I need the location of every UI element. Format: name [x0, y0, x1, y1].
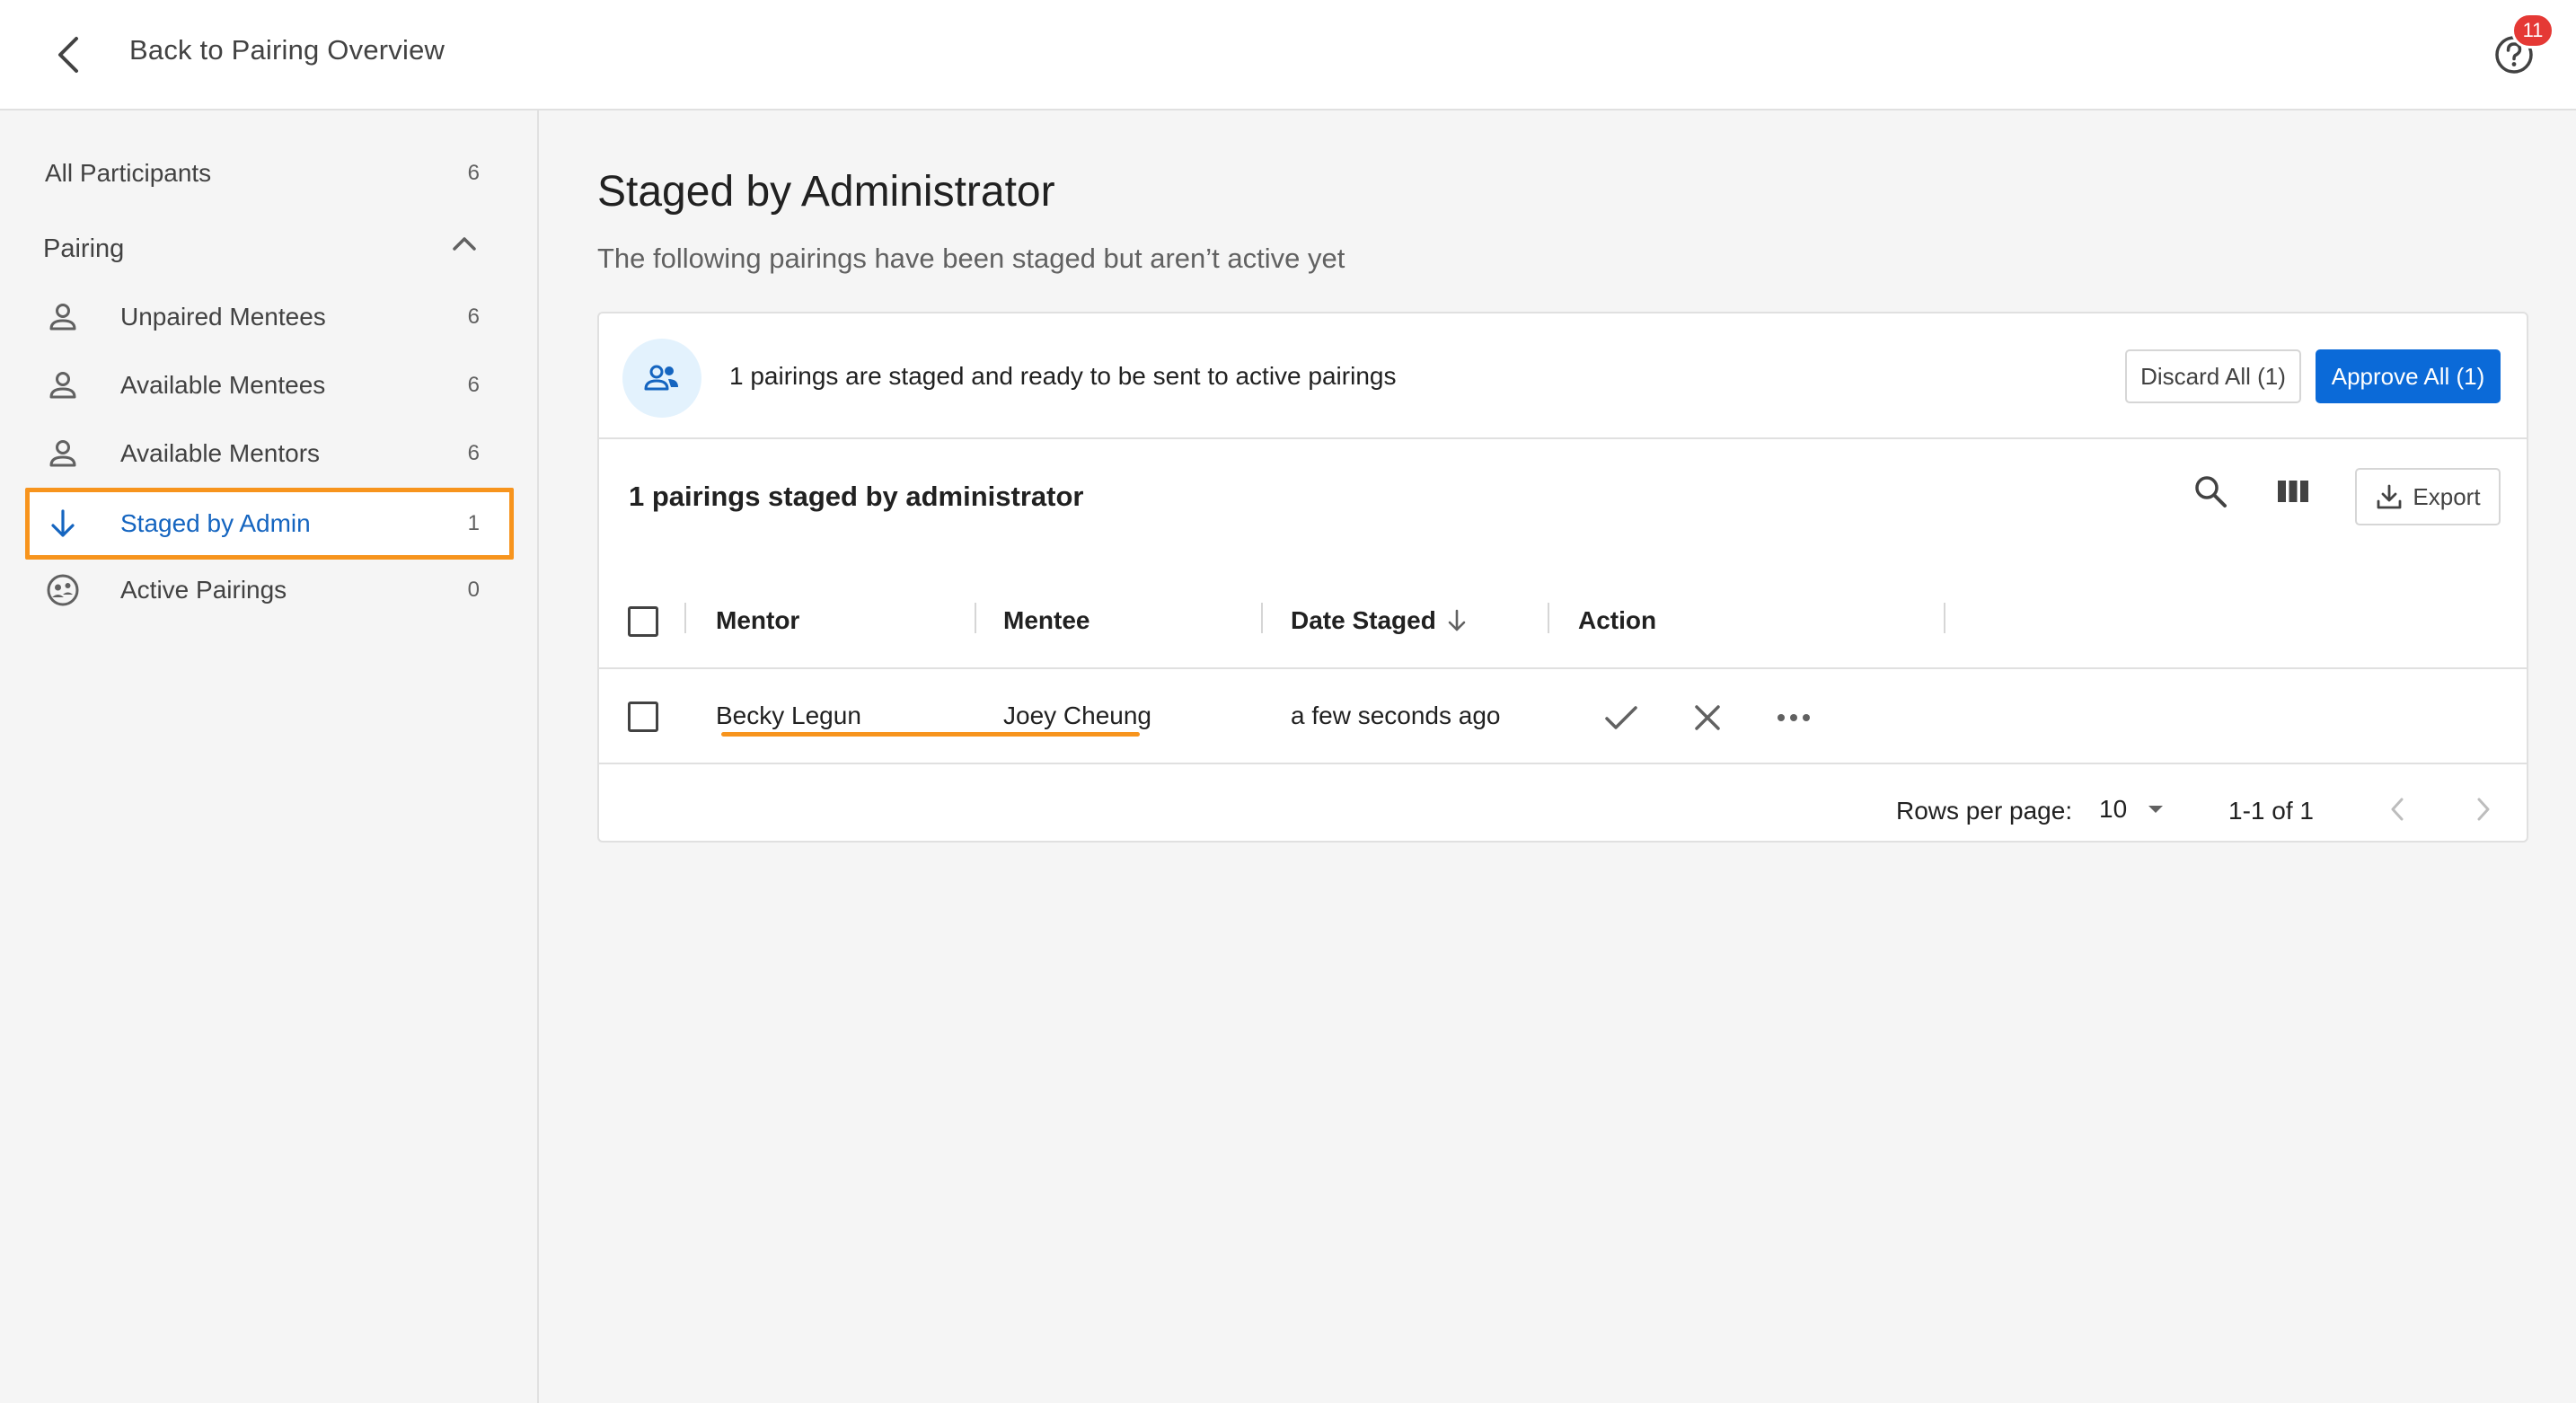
sidebar-item-label: All Participants: [45, 159, 212, 187]
search-icon[interactable]: [2185, 466, 2236, 516]
sidebar-item-count: 6: [467, 161, 480, 185]
back-arrow-icon[interactable]: [50, 31, 86, 79]
approve-check-icon[interactable]: [1598, 694, 1645, 741]
person-icon: [43, 297, 83, 337]
previous-page-icon[interactable]: [2376, 788, 2419, 831]
sidebar-item-count: 6: [467, 304, 480, 329]
rows-per-page-select[interactable]: 10: [2099, 791, 2171, 827]
sort-arrow-down-icon: [1448, 609, 1466, 631]
export-label: Export: [2413, 482, 2481, 510]
column-divider: [975, 603, 976, 633]
table-pagination: Rows per page: 10 1-1 of 1: [599, 764, 2527, 843]
approve-all-button[interactable]: Approve All (1): [2316, 349, 2501, 403]
table-title: 1 pairings staged by administrator: [629, 481, 1084, 512]
sidebar-item-all-participants[interactable]: All Participants 6: [25, 141, 514, 206]
sidebar-item-staged-by-admin[interactable]: Staged by Admin 1: [25, 488, 514, 560]
column-divider: [1548, 603, 1549, 633]
sidebar-item-count: 6: [467, 373, 480, 397]
people-icon: [622, 339, 701, 418]
column-header-date-staged[interactable]: Date Staged: [1291, 606, 1469, 635]
sidebar-section-label: Pairing: [43, 234, 125, 263]
arrow-down-icon: [43, 504, 83, 543]
sidebar-item-count: 1: [467, 511, 480, 535]
rows-per-page-label: Rows per page:: [1896, 797, 2073, 825]
mentee-cell[interactable]: Joey Cheung: [1003, 702, 1151, 730]
sidebar-item-label: Staged by Admin: [120, 509, 311, 537]
discard-close-icon[interactable]: [1684, 694, 1731, 741]
back-to-pairing-overview-link[interactable]: Back to Pairing Overview: [129, 34, 445, 66]
notification-badge: 11: [2511, 13, 2554, 49]
sidebar-item-label: Available Mentors: [120, 439, 321, 467]
staged-banner: 1 pairings are staged and ready to be se…: [599, 313, 2527, 439]
discard-all-button[interactable]: Discard All (1): [2125, 349, 2301, 403]
sidebar-item-label: Available Mentees: [120, 371, 326, 399]
sidebar-item-count: 0: [467, 578, 480, 602]
mentor-cell[interactable]: Becky Legun: [716, 702, 861, 730]
person-icon: [43, 434, 83, 473]
caret-down-icon: [2148, 806, 2164, 813]
column-header-label: Date Staged: [1291, 606, 1436, 634]
sidebar-item-count: 6: [467, 441, 480, 465]
person-icon: [43, 366, 83, 405]
page-subtitle: The following pairings have been staged …: [597, 243, 1345, 274]
column-header-mentor[interactable]: Mentor: [716, 606, 799, 635]
top-bar: Back to Pairing Overview 11: [0, 0, 2576, 110]
sidebar-item-active-pairings[interactable]: Active Pairings 0: [25, 558, 514, 622]
page-title: Staged by Administrator: [597, 168, 1055, 216]
more-options-icon[interactable]: [1770, 694, 1817, 741]
export-button[interactable]: Export: [2355, 468, 2501, 525]
table-header: Mentor Mentee Date Staged Action: [599, 574, 2527, 669]
sidebar-item-available-mentees[interactable]: Available Mentees 6: [25, 353, 514, 418]
column-divider: [684, 603, 686, 633]
select-all-checkbox[interactable]: [628, 606, 658, 637]
sidebar-item-available-mentors[interactable]: Available Mentors 6: [25, 421, 514, 486]
sidebar-item-unpaired-mentees[interactable]: Unpaired Mentees 6: [25, 285, 514, 349]
pagination-range: 1-1 of 1: [2228, 797, 2314, 825]
chevron-up-icon[interactable]: [451, 234, 478, 257]
staged-pairings-card: 1 pairings are staged and ready to be se…: [597, 312, 2528, 843]
column-divider: [1261, 603, 1263, 633]
sidebar-section-pairing[interactable]: Pairing: [25, 216, 514, 281]
people-circle-icon: [43, 570, 83, 610]
sidebar-item-label: Active Pairings: [120, 576, 287, 604]
table-row: Becky Legun Joey Cheung a few seconds ag…: [599, 671, 2527, 764]
next-page-icon[interactable]: [2462, 788, 2505, 831]
column-header-action: Action: [1578, 606, 1657, 634]
rows-per-page-value: 10: [2099, 795, 2128, 823]
row-checkbox[interactable]: [628, 702, 658, 732]
sidebar-item-label: Unpaired Mentees: [120, 303, 326, 331]
column-divider: [1944, 603, 1945, 633]
columns-icon[interactable]: [2268, 466, 2318, 516]
column-header-mentee[interactable]: Mentee: [1003, 606, 1090, 635]
download-icon: [2378, 484, 2402, 509]
sidebar: All Participants 6 Pairing Unpaired Ment…: [0, 110, 539, 1403]
date-staged-cell: a few seconds ago: [1291, 702, 1501, 729]
highlight-underline: [721, 732, 1140, 737]
staged-banner-text: 1 pairings are staged and ready to be se…: [729, 362, 1397, 390]
